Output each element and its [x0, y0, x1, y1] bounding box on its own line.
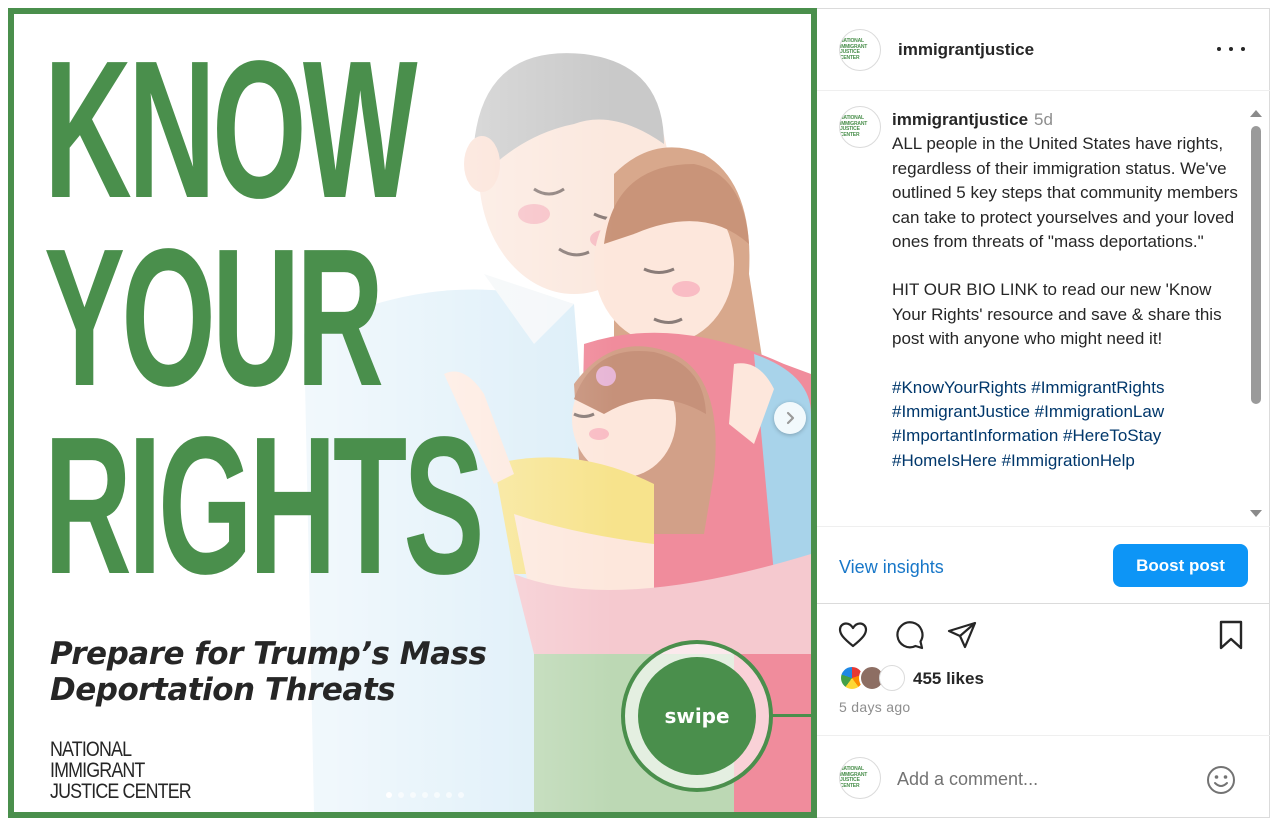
commenter-avatar: NATIONAL IMMIGRANT JUSTICE CENTER — [839, 757, 881, 799]
post-image[interactable]: KNOW YOUR RIGHTS Prepare for Trump’s Mas… — [8, 8, 817, 818]
carousel-dot — [386, 792, 392, 798]
avatar-logo-text: NATIONAL IMMIGRANT JUSTICE CENTER — [840, 115, 868, 138]
heart-icon[interactable] — [837, 619, 869, 651]
scroll-down-icon[interactable] — [1250, 510, 1262, 517]
liker-avatars — [839, 665, 909, 693]
avatar-logo-text: NATIONAL IMMIGRANT JUSTICE CENTER — [840, 766, 868, 789]
caption-avatar[interactable]: NATIONAL IMMIGRANT JUSTICE CENTER — [839, 106, 881, 148]
avatar-logo-text: NATIONAL IMMIGRANT JUSTICE CENTER — [840, 38, 868, 61]
share-icon[interactable] — [946, 619, 978, 651]
post-timestamp: 5 days ago — [839, 699, 911, 715]
org-logo: NATIONAL IMMIGRANT JUSTICE CENTER — [50, 739, 203, 802]
comment-input[interactable] — [897, 766, 1197, 792]
hashtag-line[interactable]: #HomeIsHere #ImmigrationHelp — [892, 449, 1242, 473]
next-slide-button[interactable] — [774, 402, 806, 434]
carousel-dots — [386, 792, 464, 798]
carousel-dot — [398, 792, 404, 798]
scroll-up-icon[interactable] — [1250, 110, 1262, 117]
carousel-dot — [458, 792, 464, 798]
swipe-badge: swipe — [638, 657, 756, 775]
view-insights-link[interactable]: View insights — [839, 557, 944, 578]
caption-paragraph: ALL people in the United States have rig… — [892, 134, 1238, 252]
headline-line: RIGHTS — [44, 396, 484, 615]
comment-icon[interactable] — [893, 619, 925, 651]
swipe-line — [771, 714, 811, 717]
emoji-icon[interactable] — [1205, 764, 1237, 796]
caption-text: immigrantjustice 5d ALL people in the Uni… — [892, 108, 1242, 473]
caption-area: NATIONAL IMMIGRANT JUSTICE CENTER immigr… — [817, 92, 1270, 526]
caption-paragraph: HIT OUR BIO LINK to read our new 'Know Y… — [892, 280, 1222, 349]
org-logo-line: IMMIGRANT — [50, 759, 145, 782]
caption-author[interactable]: immigrantjustice — [892, 110, 1028, 129]
subhead-line: Deportation Threats — [50, 672, 396, 708]
caption-scrollbar[interactable] — [1250, 110, 1262, 520]
carousel-dot — [410, 792, 416, 798]
more-horizontal-icon — [1217, 47, 1221, 51]
insights-row: View insights Boost post — [817, 526, 1270, 604]
carousel-dot — [434, 792, 440, 798]
header-username[interactable]: immigrantjustice — [898, 40, 1034, 60]
subhead: Prepare for Trump’s Mass Deportation Thr… — [50, 636, 520, 708]
org-logo-line: JUSTICE CENTER — [50, 780, 192, 803]
headline-line: KNOW — [44, 20, 418, 239]
likes-count[interactable]: 455 likes — [913, 669, 984, 689]
headline-line: YOUR — [44, 208, 384, 427]
org-logo-line: NATIONAL — [50, 738, 132, 761]
caption-time: 5d — [1034, 110, 1053, 129]
carousel-dot — [422, 792, 428, 798]
scroll-thumb[interactable] — [1251, 126, 1261, 404]
likes-row[interactable]: 455 likes — [839, 665, 984, 693]
bookmark-icon[interactable] — [1215, 619, 1247, 651]
more-options-button[interactable] — [1217, 39, 1245, 59]
chevron-right-icon — [786, 411, 795, 425]
post-header: NATIONAL IMMIGRANT JUSTICE CENTER immigr… — [817, 9, 1270, 91]
hashtag-line[interactable]: #KnowYourRights #ImmigrantRights — [892, 376, 1242, 400]
hashtag-line[interactable]: #ImmigrantJustice #ImmigrationLaw — [892, 400, 1242, 424]
boost-post-button[interactable]: Boost post — [1113, 544, 1248, 587]
comment-row: NATIONAL IMMIGRANT JUSTICE CENTER — [817, 735, 1270, 819]
swipe-label: swipe — [664, 704, 730, 728]
hashtag-line[interactable]: #ImportantInformation #HereToStay — [892, 424, 1242, 448]
avatar — [879, 665, 905, 691]
headline: KNOW YOUR RIGHTS — [44, 20, 484, 615]
carousel-dot — [446, 792, 452, 798]
subhead-line: Prepare for Trump’s Mass — [50, 636, 487, 672]
post-sidebar: NATIONAL IMMIGRANT JUSTICE CENTER immigr… — [817, 8, 1270, 818]
avatar[interactable]: NATIONAL IMMIGRANT JUSTICE CENTER — [839, 29, 881, 71]
